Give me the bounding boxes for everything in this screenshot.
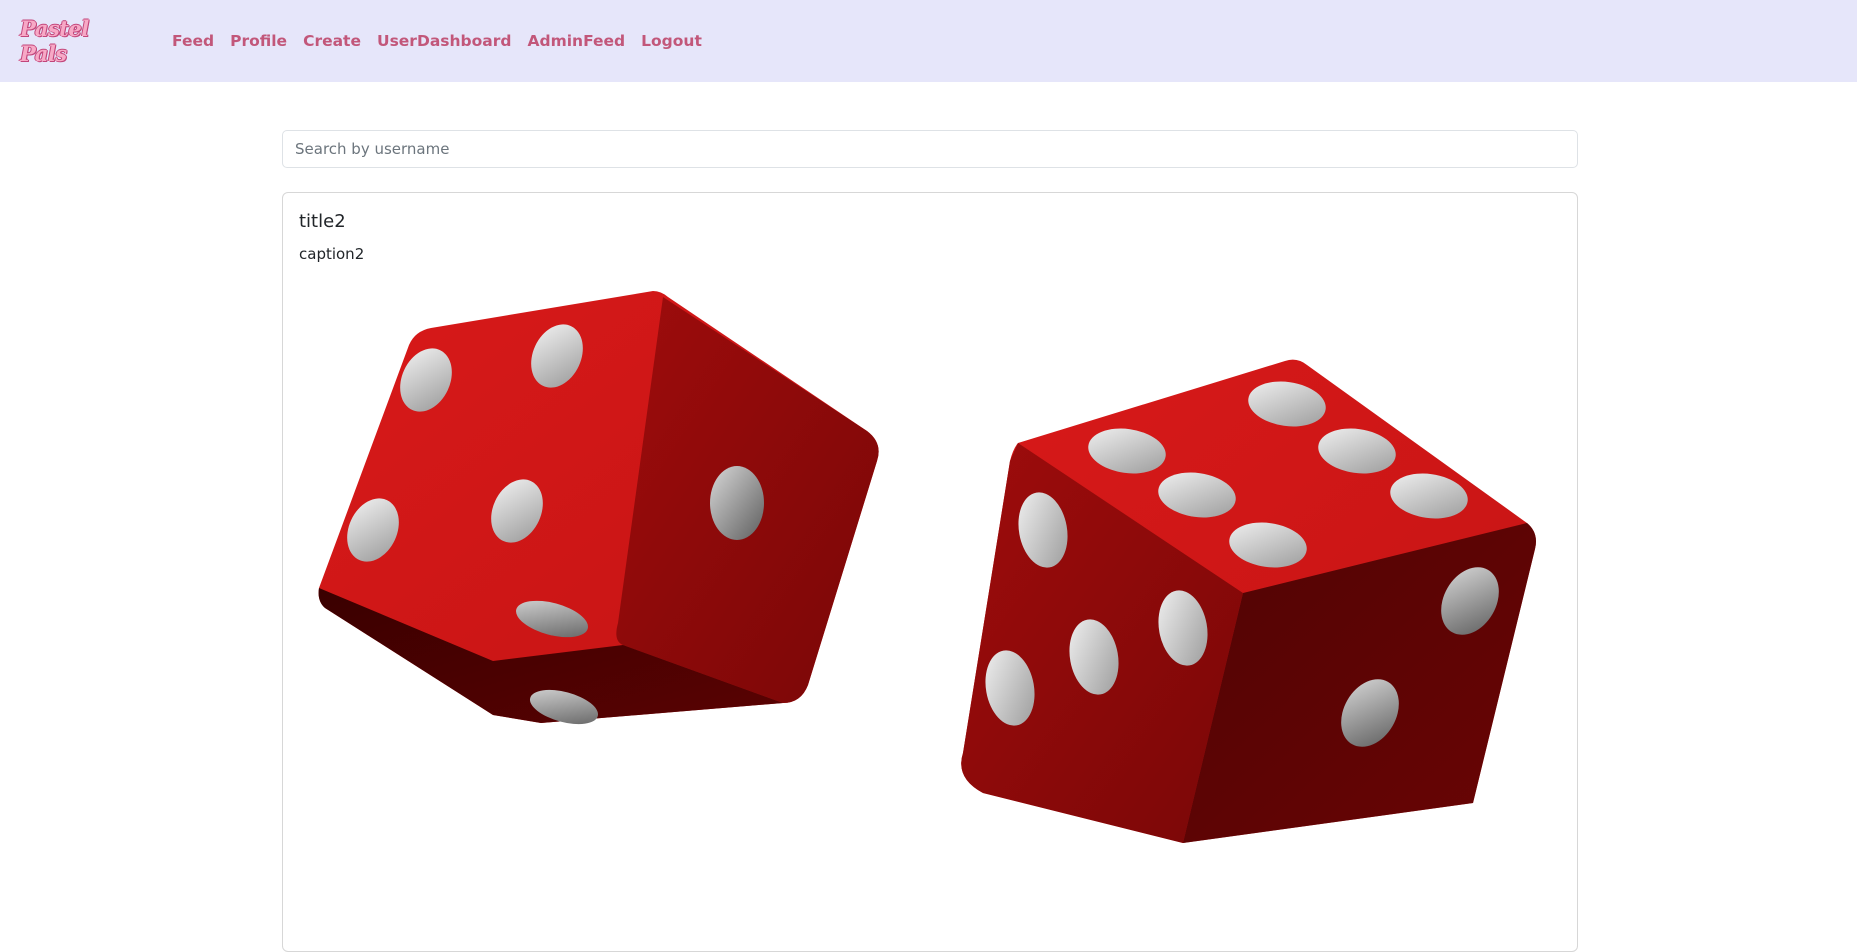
die-left [318,291,879,725]
brand-logo[interactable]: Pastel Pals [20,16,124,66]
search-container [282,130,1578,168]
brand-text: Pastel Pals [20,16,89,66]
nav-link-create[interactable]: Create [303,32,361,50]
post-image [318,291,1536,843]
nav-link-feed[interactable]: Feed [172,32,214,50]
nav-link-admin-feed[interactable]: AdminFeed [527,32,625,50]
nav-link-user-dashboard[interactable]: UserDashboard [377,32,512,50]
nav-link-profile[interactable]: Profile [230,32,287,50]
post-card: title2 caption2 [282,192,1578,952]
nav-link-logout[interactable]: Logout [641,32,702,50]
search-input[interactable] [282,130,1578,168]
post-title: title2 [299,211,346,232]
post-caption: caption2 [299,245,365,263]
top-navbar: Pastel Pals Feed Profile Create UserDash… [0,0,1857,82]
nav-links: Feed Profile Create UserDashboard AdminF… [172,32,718,50]
die-right [961,359,1536,843]
